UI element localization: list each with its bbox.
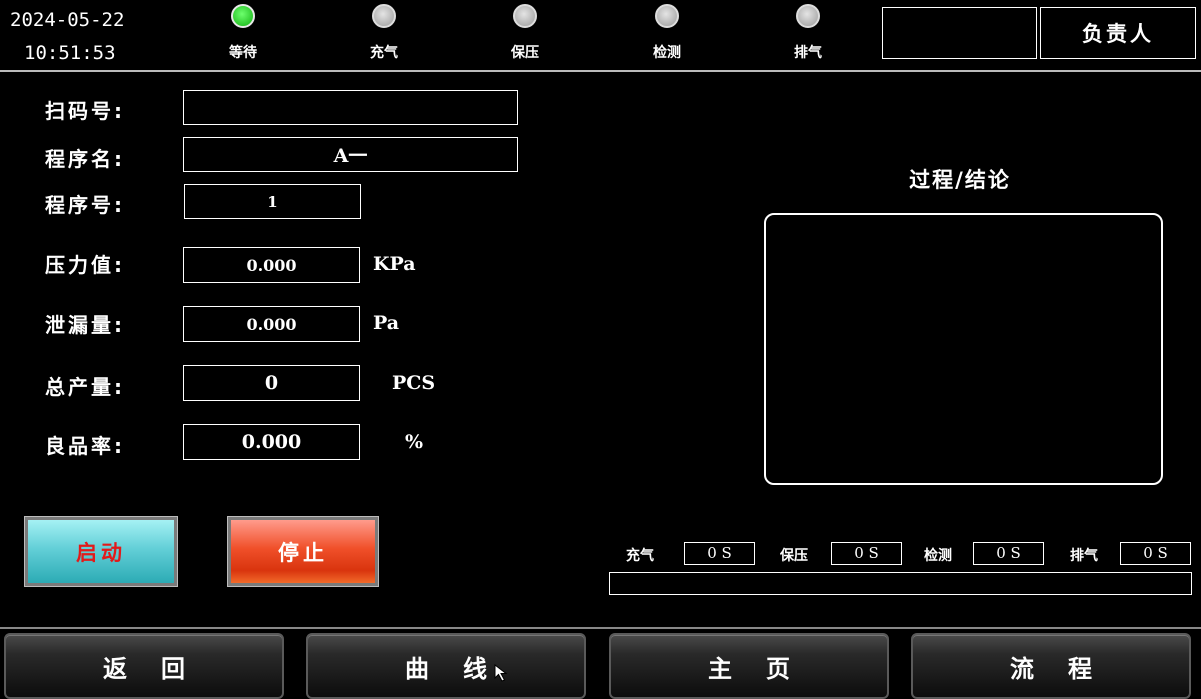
timer-hold-label: 保压 [780,548,808,564]
stop-button[interactable]: 停止 [227,516,379,587]
stage-label-fill: 充气 [370,45,398,61]
program-name-label: 程序名: [45,147,125,171]
stage-indicator-detect-led [655,4,679,28]
pressure-label: 压力值: [45,253,125,277]
back-button[interactable]: 返回 [4,633,284,699]
pressure-field: 0.000 [183,247,360,283]
timer-fill-value: 0 S [684,542,755,565]
timer-detect-value: 0 S [973,542,1044,565]
program-no-field[interactable]: 1 [184,184,361,219]
flow-button[interactable]: 流程 [911,633,1191,699]
total-output-label: 总产量: [45,375,125,399]
date-text: 2024-05-22 [10,9,125,31]
stage-indicator-exhaust-led [796,4,820,28]
total-output-unit: PCS [392,372,436,394]
scan-code-field[interactable] [183,90,518,125]
start-button[interactable]: 启动 [24,516,178,587]
footer-divider [0,627,1201,629]
program-no-label: 程序号: [45,193,125,217]
timer-hold-value: 0 S [831,542,902,565]
stage-indicator-hold-led [513,4,537,28]
stage-label-hold: 保压 [511,45,539,61]
process-title: 过程/结论 [909,168,1011,192]
pressure-unit: KPa [373,253,416,275]
stage-label-detect: 检测 [653,45,681,61]
stage-label-waiting: 等待 [229,45,257,61]
program-name-field[interactable]: A一 [183,137,518,172]
progress-bar [609,572,1192,595]
yield-rate-field: 0.000 [183,424,360,460]
stage-indicator-fill-led [372,4,396,28]
scan-code-label: 扫码号: [45,99,125,123]
timer-exhaust-label: 排气 [1070,548,1098,564]
process-result-panel [764,213,1163,485]
stage-label-exhaust: 排气 [794,45,822,61]
datetime-display: 2024-05-22 10:51:53 [10,4,124,70]
timer-fill-label: 充气 [626,548,654,564]
leakage-unit: Pa [373,312,400,334]
operator-button[interactable]: 负责人 [1040,7,1196,59]
curve-button[interactable]: 曲线 [306,633,586,699]
leakage-label: 泄漏量: [45,313,125,337]
yield-rate-label: 良品率: [45,434,125,458]
leakage-field: 0.000 [183,306,360,342]
home-button[interactable]: 主页 [609,633,889,699]
timer-exhaust-value: 0 S [1120,542,1191,565]
timer-detect-label: 检测 [924,548,952,564]
operator-name-field[interactable] [882,7,1037,59]
stage-indicator-waiting-led [231,4,255,28]
yield-rate-unit: % [405,431,424,453]
total-output-field: 0 [183,365,360,401]
time-text: 10:51:53 [24,42,116,64]
mouse-cursor-icon [494,664,508,682]
header-divider [0,70,1201,72]
